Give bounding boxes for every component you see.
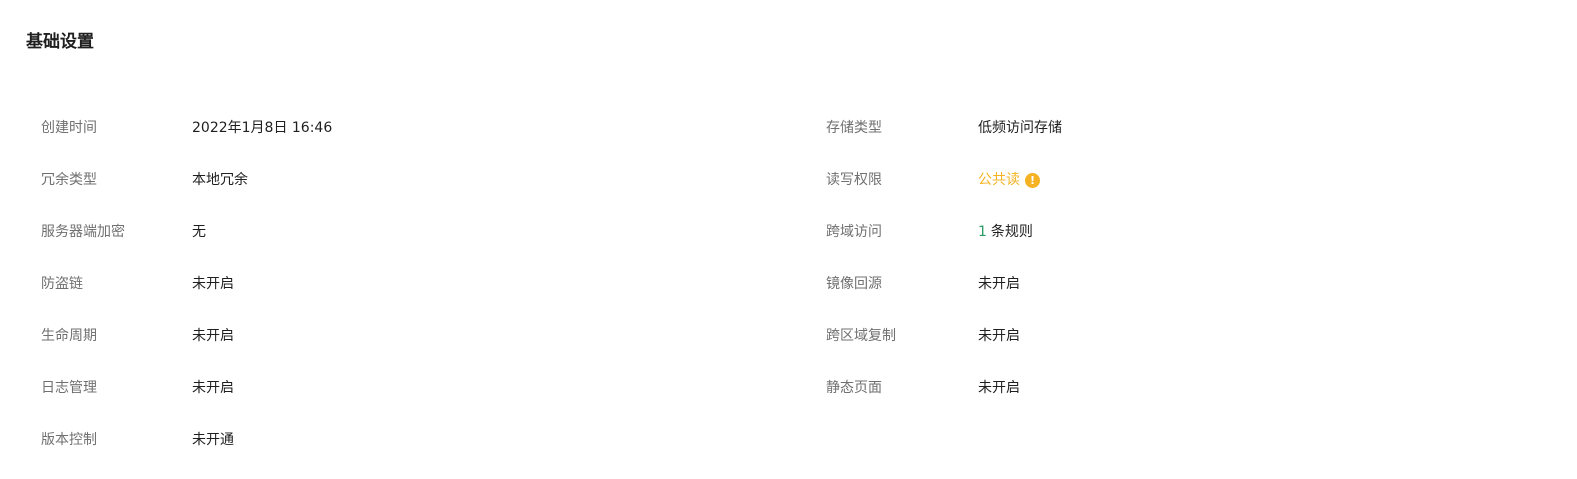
info-row-lifecycle: 生命周期 未开启 (41, 322, 332, 374)
info-label: 存储类型 (826, 120, 882, 136)
info-row-versioning: 版本控制 未开通 (41, 426, 332, 478)
info-label: 版本控制 (41, 432, 97, 448)
info-row-server-encryption: 服务器端加密 无 (41, 218, 332, 270)
info-row-hotlink-protection: 防盗链 未开启 (41, 270, 332, 322)
info-value: 未开通 (192, 432, 234, 448)
info-row-mirror-origin: 镜像回源 未开启 (826, 270, 1062, 322)
cors-value: 1 条规则 (978, 218, 1033, 246)
right-info-column: 存储类型 低频访问存储 读写权限 公共读 ! 跨域访问 1 条规则 镜像回源 未… (826, 114, 1062, 426)
info-value: 无 (192, 224, 206, 240)
cors-rule-unit: 条规则 (990, 224, 1033, 240)
warning-info-icon[interactable]: ! (1025, 172, 1040, 188)
info-value: 低频访问存储 (978, 120, 1062, 136)
info-row-creation-time: 创建时间 2022年1月8日 16:46 (41, 114, 332, 166)
info-row-static-website: 静态页面 未开启 (826, 374, 1062, 426)
info-value: 2022年1月8日 16:46 (192, 120, 333, 136)
info-label: 静态页面 (826, 380, 882, 396)
basic-settings-panel: 基础设置 创建时间 2022年1月8日 16:46 冗余类型 本地冗余 服务器端… (0, 0, 1577, 479)
info-row-cors: 跨域访问 1 条规则 (826, 218, 1062, 270)
info-label: 冗余类型 (41, 172, 97, 188)
info-label: 生命周期 (41, 328, 97, 344)
info-value: 未开启 (978, 380, 1020, 396)
info-value: 未开启 (978, 328, 1020, 344)
info-row-log-management: 日志管理 未开启 (41, 374, 332, 426)
info-label: 跨区域复制 (826, 328, 896, 344)
left-info-column: 创建时间 2022年1月8日 16:46 冗余类型 本地冗余 服务器端加密 无 … (41, 114, 332, 478)
info-row-storage-class: 存储类型 低频访问存储 (826, 114, 1062, 166)
section-title: 基础设置 (26, 32, 94, 52)
info-value: 未开启 (192, 380, 234, 396)
info-row-cross-region-replication: 跨区域复制 未开启 (826, 322, 1062, 374)
info-value: 未开启 (192, 328, 234, 344)
cors-rule-count: 1 (978, 224, 987, 240)
info-value: 未开启 (192, 276, 234, 292)
info-label: 跨域访问 (826, 224, 882, 240)
info-value: 未开启 (978, 276, 1020, 292)
info-label: 创建时间 (41, 120, 97, 136)
permission-value: 公共读 ! (978, 166, 1040, 194)
info-label: 镜像回源 (826, 276, 882, 292)
info-row-redundancy-type: 冗余类型 本地冗余 (41, 166, 332, 218)
info-label: 服务器端加密 (41, 224, 125, 240)
permission-text: 公共读 (978, 172, 1020, 188)
info-label: 防盗链 (41, 276, 83, 292)
info-value: 本地冗余 (192, 172, 248, 188)
info-row-access-permission: 读写权限 公共读 ! (826, 166, 1062, 218)
info-label: 日志管理 (41, 380, 97, 396)
info-label: 读写权限 (826, 172, 882, 188)
